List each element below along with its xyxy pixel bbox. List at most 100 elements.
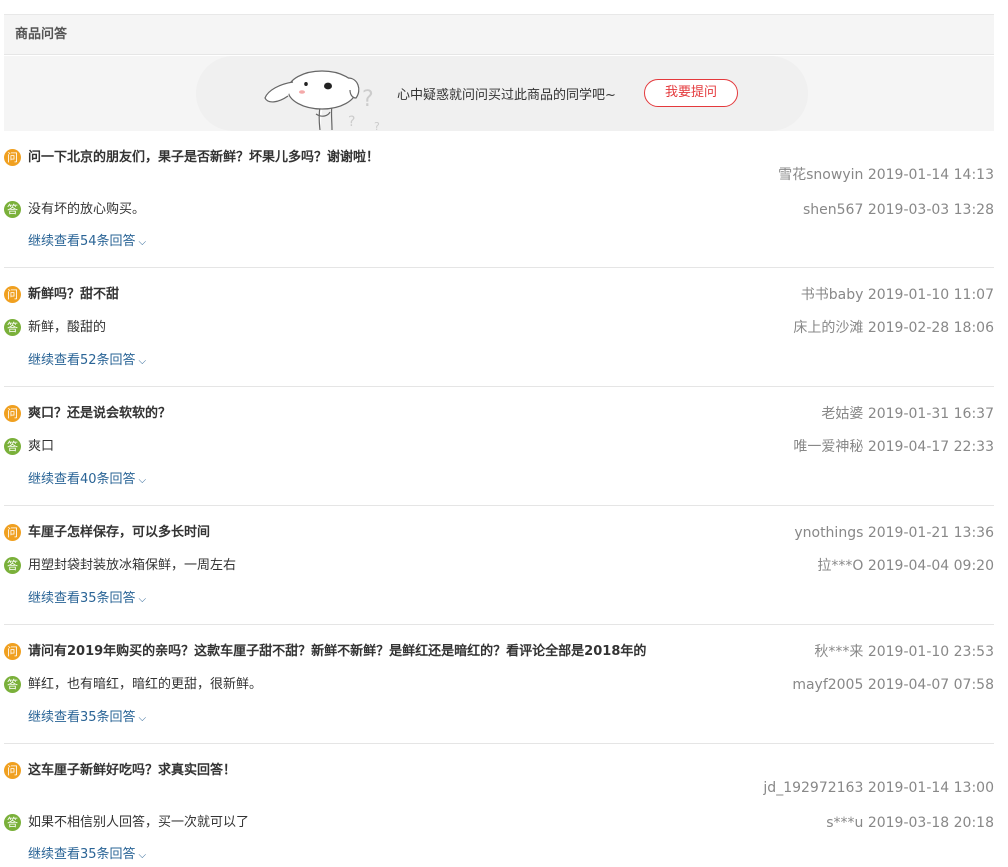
view-more-label: 继续查看35条回答	[28, 591, 136, 606]
question-text[interactable]: 爽口？还是说会软软的？	[28, 404, 171, 424]
answered-time: 2019-04-17 22:33	[867, 439, 994, 455]
asked-time: 2019-01-14 13:00	[867, 780, 994, 796]
answered-time: 2019-04-07 07:58	[867, 677, 994, 693]
answerer-name: 唯一爱神秘	[793, 439, 864, 455]
svg-text:?: ?	[374, 120, 380, 130]
ask-question-button[interactable]: 我要提问	[644, 79, 738, 107]
asked-time: 2019-01-14 14:13	[867, 167, 994, 183]
question-badge-icon: 问	[4, 762, 21, 779]
question-badge-icon: 问	[4, 643, 21, 660]
question-meta: 老姑婆 2019-01-31 16:37	[821, 404, 994, 424]
answer-badge-icon: 答	[4, 201, 21, 218]
asked-time: 2019-01-21 13:36	[867, 525, 994, 541]
answer-badge-icon: 答	[4, 438, 21, 455]
answer-text: 用塑封袋封装放冰箱保鲜，一周左右	[28, 558, 237, 573]
view-more-answers-link[interactable]: 继续查看54条回答 ⌵	[28, 232, 146, 253]
section-header: 商品问答	[4, 15, 994, 55]
answer-badge-icon: 答	[4, 319, 21, 336]
question-text[interactable]: 这车厘子新鲜好吃吗？求真实回答！	[28, 761, 236, 781]
answer-meta: mayf2005 2019-04-07 07:58	[792, 675, 994, 695]
question-text[interactable]: 请问有2019年购买的亲吗？这款车厘子甜不甜？新鲜不新鲜？是鲜红还是暗红的？看评…	[28, 642, 646, 662]
asker-name: 雪花snowyin	[778, 167, 864, 183]
asked-time: 2019-01-10 11:07	[867, 287, 994, 303]
question-row: 问 新鲜吗？甜不甜 书书baby 2019-01-10 11:07	[4, 285, 994, 305]
question-meta: 秋***来 2019-01-10 23:53	[814, 642, 994, 662]
question-meta: ynothings 2019-01-21 13:36	[794, 523, 994, 543]
answer-badge-icon: 答	[4, 676, 21, 693]
answer-meta: 拉***O 2019-04-04 09:20	[817, 556, 994, 576]
asker-name: 书书baby	[800, 287, 864, 303]
answer-row: 答 如果不相信别人回答，买一次就可以了 s***u 2019-03-18 20:…	[4, 813, 994, 833]
question-row: 问 请问有2019年购买的亲吗？这款车厘子甜不甜？新鲜不新鲜？是鲜红还是暗红的？…	[4, 642, 994, 662]
question-meta: jd_192972163 2019-01-14 13:00	[763, 778, 994, 798]
answer-meta: s***u 2019-03-18 20:18	[826, 813, 994, 833]
answer-meta: 唯一爱神秘 2019-04-17 22:33	[793, 437, 994, 457]
answer-text: 新鲜，酸甜的	[28, 320, 107, 335]
answer-badge-icon: 答	[4, 814, 21, 831]
question-badge-icon: 问	[4, 149, 21, 166]
qa-item: 问 请问有2019年购买的亲吗？这款车厘子甜不甜？新鲜不新鲜？是鲜红还是暗红的？…	[4, 625, 994, 744]
chevron-down-icon: ⌵	[138, 594, 147, 605]
section-title: 商品问答	[15, 27, 68, 42]
asked-time: 2019-01-10 23:53	[867, 644, 994, 660]
answered-time: 2019-02-28 18:06	[867, 320, 994, 336]
ask-banner: ? ? ? 心中疑惑就问问买过此商品的同学吧~ 我要提问	[4, 56, 994, 131]
question-badge-icon: 问	[4, 286, 21, 303]
view-more-answers-link[interactable]: 继续查看40条回答 ⌵	[28, 470, 146, 491]
question-row: 问 爽口？还是说会软软的？ 老姑婆 2019-01-31 16:37	[4, 404, 994, 424]
question-badge-icon: 问	[4, 405, 21, 422]
answer-row: 答 用塑封袋封装放冰箱保鲜，一周左右 拉***O 2019-04-04 09:2…	[4, 556, 994, 576]
answerer-name: s***u	[826, 815, 864, 831]
answerer-name: mayf2005	[792, 677, 864, 693]
qa-item: 问 车厘子怎样保存，可以多长时间 ynothings 2019-01-21 13…	[4, 506, 994, 625]
view-more-label: 继续查看52条回答	[28, 353, 136, 368]
question-text[interactable]: 车厘子怎样保存，可以多长时间	[28, 523, 210, 543]
view-more-label: 继续查看35条回答	[28, 847, 136, 862]
svg-text:?: ?	[348, 114, 355, 130]
answer-text: 没有坏的放心购买。	[28, 202, 146, 217]
answered-time: 2019-04-04 09:20	[867, 558, 994, 574]
question-row: 问 车厘子怎样保存，可以多长时间 ynothings 2019-01-21 13…	[4, 523, 994, 543]
asker-name: 秋***来	[814, 644, 864, 660]
view-more-label: 继续查看40条回答	[28, 472, 136, 487]
answer-text: 鲜红，也有暗红，暗红的更甜，很新鲜。	[28, 677, 263, 692]
answer-meta: 床上的沙滩 2019-02-28 18:06	[793, 318, 994, 338]
answerer-name: shen567	[803, 202, 864, 218]
view-more-answers-link[interactable]: 继续查看35条回答 ⌵	[28, 589, 146, 610]
qa-item: 问 这车厘子新鲜好吃吗？求真实回答！ jd_192972163 2019-01-…	[4, 744, 994, 867]
chevron-down-icon: ⌵	[138, 237, 147, 248]
banner-prompt: 心中疑惑就问问买过此商品的同学吧~	[397, 88, 616, 103]
view-more-label: 继续查看54条回答	[28, 234, 136, 249]
chevron-down-icon: ⌵	[138, 475, 147, 486]
asker-name: jd_192972163	[763, 780, 864, 796]
view-more-answers-link[interactable]: 继续查看35条回答 ⌵	[28, 708, 146, 729]
answerer-name: 拉***O	[817, 558, 864, 574]
answer-meta: shen567 2019-03-03 13:28	[803, 200, 994, 220]
asker-name: 老姑婆	[821, 406, 864, 422]
answer-row: 答 新鲜，酸甜的 床上的沙滩 2019-02-28 18:06	[4, 318, 994, 338]
answer-text: 爽口	[28, 439, 55, 454]
question-meta: 雪花snowyin 2019-01-14 14:13	[778, 165, 994, 185]
answer-row: 答 没有坏的放心购买。 shen567 2019-03-03 13:28	[4, 200, 994, 220]
chevron-down-icon: ⌵	[138, 356, 147, 367]
qa-item: 问 爽口？还是说会软软的？ 老姑婆 2019-01-31 16:37 答 爽口 …	[4, 387, 994, 506]
chevron-down-icon: ⌵	[138, 713, 147, 724]
asked-time: 2019-01-31 16:37	[867, 406, 994, 422]
asker-name: ynothings	[794, 525, 864, 541]
answer-text: 如果不相信别人回答，买一次就可以了	[28, 815, 250, 830]
view-more-answers-link[interactable]: 继续查看35条回答 ⌵	[28, 845, 146, 866]
mascot-dog-icon: ? ? ?	[264, 70, 380, 130]
question-text[interactable]: 新鲜吗？甜不甜	[28, 285, 119, 305]
chevron-down-icon: ⌵	[138, 850, 147, 861]
qa-item: 问 问一下北京的朋友们，果子是否新鲜？坏果儿多吗？谢谢啦！ 雪花snowyin …	[4, 131, 994, 268]
svg-text:?: ?	[362, 87, 374, 112]
view-more-label: 继续查看35条回答	[28, 710, 136, 725]
answer-row: 答 爽口 唯一爱神秘 2019-04-17 22:33	[4, 437, 994, 457]
question-text[interactable]: 问一下北京的朋友们，果子是否新鲜？坏果儿多吗？谢谢啦！	[28, 148, 379, 168]
answered-time: 2019-03-03 13:28	[867, 202, 994, 218]
question-badge-icon: 问	[4, 524, 21, 541]
answer-badge-icon: 答	[4, 557, 21, 574]
view-more-answers-link[interactable]: 继续查看52条回答 ⌵	[28, 351, 146, 372]
question-meta: 书书baby 2019-01-10 11:07	[801, 285, 994, 305]
answered-time: 2019-03-18 20:18	[867, 815, 994, 831]
